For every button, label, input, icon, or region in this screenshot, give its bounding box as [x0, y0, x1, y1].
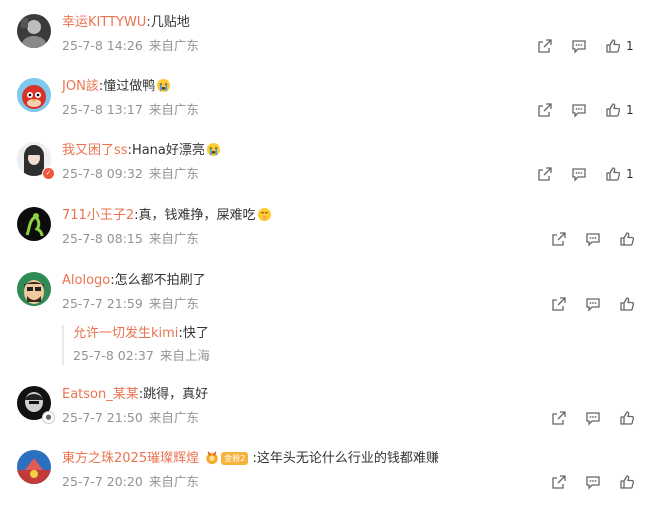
username-link[interactable]: JON該: [62, 79, 99, 94]
share-icon: [537, 38, 553, 54]
timestamp: 25-7-8 09:32: [62, 166, 143, 181]
username-link[interactable]: 東方之珠2025璀璨辉煌: [62, 451, 199, 466]
avatar[interactable]: [17, 78, 51, 112]
thumbs-up-icon: [605, 166, 621, 182]
sob-emoji-icon: [206, 142, 220, 157]
comment-button[interactable]: [571, 38, 587, 54]
timestamp: 25-7-8 14:26: [62, 38, 143, 53]
comment-text: 几贴地: [150, 15, 190, 30]
share-icon: [551, 410, 567, 426]
comment-icon: [585, 296, 601, 312]
location: 来自广东: [148, 474, 199, 489]
thumbs-up-icon: [605, 102, 621, 118]
comment-button[interactable]: [585, 410, 601, 426]
share-button[interactable]: [537, 38, 553, 54]
like-button[interactable]: [619, 410, 635, 426]
avatar[interactable]: [17, 272, 51, 306]
comment-button[interactable]: [571, 102, 587, 118]
like-button[interactable]: [619, 231, 635, 247]
reply-username-link[interactable]: 允许一切发生kimi: [73, 326, 178, 341]
comment-icon: [571, 38, 587, 54]
location: 来自广东: [148, 102, 199, 117]
like-count: 1: [626, 103, 634, 117]
avatar[interactable]: [17, 207, 51, 241]
comment-icon: [585, 231, 601, 247]
share-button[interactable]: [551, 231, 567, 247]
location: 来自广东: [148, 296, 199, 311]
location: 来自广东: [148, 166, 199, 181]
username-link[interactable]: Alologo: [62, 273, 110, 288]
comment-icon: [585, 474, 601, 490]
comment-button[interactable]: [571, 166, 587, 182]
reply-text: 快了: [182, 326, 209, 341]
comment-icon: [585, 410, 601, 426]
like-count: 1: [626, 167, 634, 181]
share-button[interactable]: [551, 474, 567, 490]
comment-text: 跳得，真好: [143, 387, 209, 402]
timestamp: 25-7-7 20:20: [62, 474, 143, 489]
timestamp: 25-7-7 21:59: [62, 296, 143, 311]
location: 来自广东: [148, 410, 199, 425]
thumbs-up-icon: [605, 38, 621, 54]
comment-button[interactable]: [585, 231, 601, 247]
like-button[interactable]: 1: [605, 38, 634, 54]
comment-text: 怎么都不拍刷了: [114, 273, 206, 288]
reply-location: 来自上海: [159, 348, 210, 363]
comment-text: 这年头无论什么行业的钱都难赚: [256, 451, 439, 466]
like-count: 1: [626, 39, 634, 53]
thumbs-up-icon: [619, 474, 635, 490]
comment-icon: [571, 102, 587, 118]
location: 来自广东: [148, 231, 199, 246]
like-button[interactable]: [619, 474, 635, 490]
comment-button[interactable]: [585, 296, 601, 312]
fan-medal-icon: [206, 451, 218, 465]
like-button[interactable]: 1: [605, 102, 634, 118]
sob-emoji-icon: [157, 78, 171, 93]
timestamp: 25-7-8 13:17: [62, 102, 143, 117]
username-link[interactable]: 幸运KITTYWU: [62, 15, 146, 30]
like-button[interactable]: 1: [605, 166, 634, 182]
share-button[interactable]: [551, 296, 567, 312]
like-button[interactable]: [619, 296, 635, 312]
share-icon: [551, 296, 567, 312]
comment-text: Hana好漂亮: [131, 143, 205, 158]
timestamp: 25-7-8 08:15: [62, 231, 143, 246]
thumbs-up-icon: [619, 410, 635, 426]
share-icon: [537, 166, 553, 182]
comment-icon: [571, 166, 587, 182]
verified-badge-icon: ✓: [42, 167, 55, 180]
share-icon: [537, 102, 553, 118]
fan-badge: 金粉2: [221, 452, 249, 465]
shh-emoji-icon: [257, 207, 271, 222]
username-link[interactable]: Eatson_某某: [62, 387, 139, 402]
share-icon: [551, 474, 567, 490]
thumbs-up-icon: [619, 231, 635, 247]
share-button[interactable]: [551, 410, 567, 426]
location: 来自广东: [148, 38, 199, 53]
username-link[interactable]: 711小王子2: [62, 208, 134, 223]
username-link[interactable]: 我又困了ss: [62, 143, 128, 158]
avatar[interactable]: [17, 450, 51, 484]
share-button[interactable]: [537, 102, 553, 118]
avatar[interactable]: [17, 14, 51, 48]
verified-badge-icon: ●: [42, 411, 55, 424]
share-button[interactable]: [537, 166, 553, 182]
comment-text: 真，钱难挣，屎难吃: [138, 208, 256, 223]
comment-button[interactable]: [585, 474, 601, 490]
timestamp: 25-7-7 21:50: [62, 410, 143, 425]
reply-timestamp: 25-7-8 02:37: [73, 348, 154, 363]
share-icon: [551, 231, 567, 247]
thumbs-up-icon: [619, 296, 635, 312]
comment-text: 憧过做鸭: [103, 79, 156, 94]
